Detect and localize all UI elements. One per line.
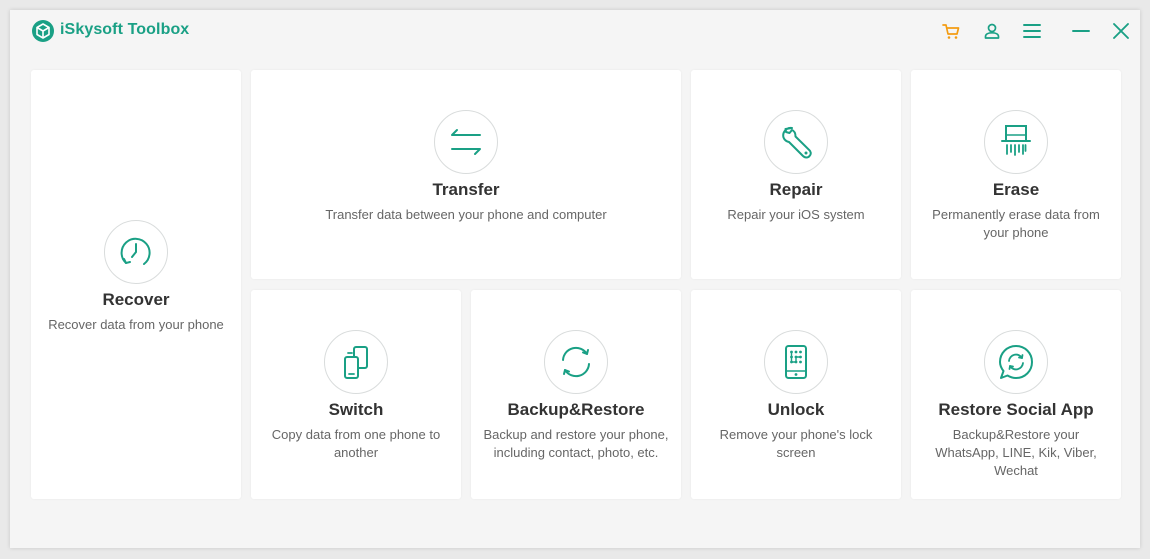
repair-title: Repair <box>769 180 823 199</box>
title-bar[interactable]: iSkysoft Toolbox <box>10 10 1140 52</box>
app-window: iSkysoft Toolbox Recover Recover data fr… <box>10 10 1140 548</box>
shredder-icon <box>1001 125 1031 156</box>
menu-button[interactable] <box>1021 20 1043 42</box>
erase-desc: Permanently erase data from your phone <box>932 207 1100 240</box>
switch-card[interactable]: Switch Copy data from one phone to anoth… <box>251 290 461 499</box>
transfer-card[interactable]: Transfer Transfer data between your phon… <box>251 70 681 279</box>
restore-social-app-desc: Backup&Restore your WhatsApp, LINE, Kik,… <box>935 427 1097 478</box>
recover-desc: Recover data from your phone <box>48 317 224 332</box>
erase-icon-circle <box>984 110 1048 174</box>
minimize-button[interactable] <box>1070 20 1092 42</box>
erase-card[interactable]: Erase Permanently erase data from your p… <box>911 70 1121 279</box>
close-icon <box>1113 23 1129 39</box>
transfer-title: Transfer <box>432 180 500 199</box>
backup-restore-desc: Backup and restore your phone, including… <box>483 427 669 460</box>
repair-icon-circle <box>764 110 828 174</box>
chat-sync-icon <box>999 345 1033 379</box>
app-logo-icon <box>32 20 54 42</box>
clock-icon <box>120 237 151 265</box>
cart-icon <box>942 24 960 39</box>
cart-button[interactable] <box>940 20 962 42</box>
sync-icon <box>562 346 590 378</box>
unlock-desc: Remove your phone's lock screen <box>719 427 873 460</box>
repair-card[interactable]: Repair Repair your iOS system <box>691 70 901 279</box>
transfer-desc: Transfer data between your phone and com… <box>325 207 607 222</box>
menu-icon <box>1023 24 1041 38</box>
unlock-icon-circle <box>764 330 828 394</box>
unlock-card[interactable]: Unlock Remove your phone's lock screen <box>691 290 901 499</box>
backup-restore-title: Backup&Restore <box>507 400 645 419</box>
unlock-title: Unlock <box>767 400 825 419</box>
phones-switch-icon <box>344 346 368 379</box>
restore-social-app-card[interactable]: Restore Social App Backup&Restore your W… <box>911 290 1121 499</box>
switch-desc: Copy data from one phone to another <box>271 427 441 460</box>
phone-lock-icon <box>785 345 807 379</box>
erase-title: Erase <box>992 180 1040 199</box>
recover-card[interactable]: Recover Recover data from your phone <box>31 70 241 499</box>
close-button[interactable] <box>1110 20 1132 42</box>
transfer-arrows-icon <box>451 129 481 155</box>
transfer-icon-circle <box>434 110 498 174</box>
repair-desc: Repair your iOS system <box>727 207 865 222</box>
restore-social-app-title: Restore Social App <box>938 400 1094 419</box>
recover-title: Recover <box>102 290 170 309</box>
account-button[interactable] <box>981 20 1003 42</box>
app-title: iSkysoft Toolbox <box>60 21 190 38</box>
switch-title: Switch <box>328 400 384 419</box>
backup-restore-icon-circle <box>544 330 608 394</box>
restore-social-app-icon-circle <box>984 330 1048 394</box>
wrench-icon <box>782 126 812 159</box>
backup-restore-card[interactable]: Backup&Restore Backup and restore your p… <box>471 290 681 499</box>
switch-icon-circle <box>324 330 388 394</box>
recover-icon-circle <box>104 220 168 284</box>
user-icon <box>984 23 1000 39</box>
minimize-icon <box>1072 30 1090 32</box>
